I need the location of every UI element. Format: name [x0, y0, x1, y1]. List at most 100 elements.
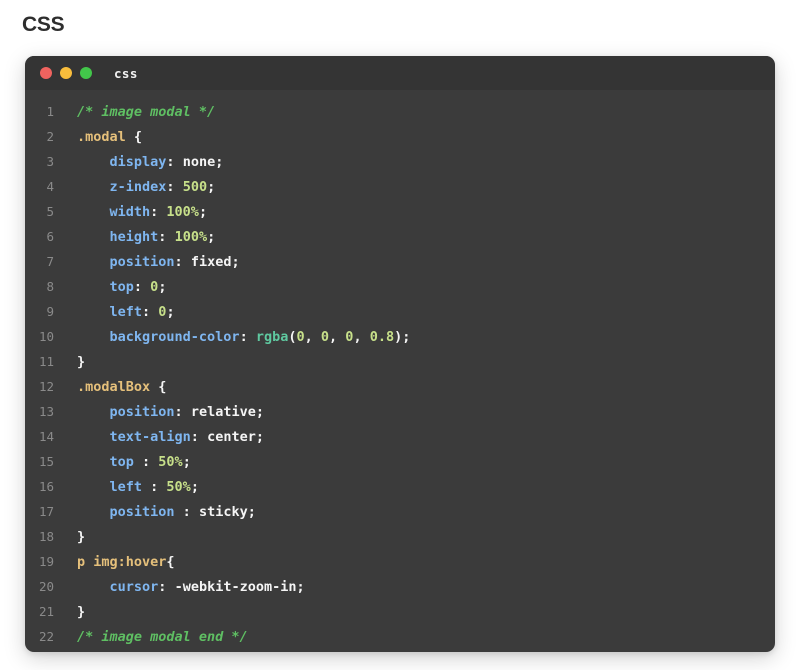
line-number: 10	[38, 329, 54, 344]
code-token-punct: }	[77, 529, 86, 545]
code-token-punct: :	[174, 504, 199, 520]
code-token-punct: :	[174, 404, 191, 420]
code-line[interactable]: 2 .modal {	[25, 124, 775, 149]
code-token-punct: );	[394, 329, 411, 345]
code-token-value: fixed;	[190, 254, 240, 270]
code-token-prop: top	[109, 454, 134, 470]
page-title: CSS	[22, 13, 65, 36]
code-line-text: top : 50%;	[77, 450, 191, 475]
code-line[interactable]: 8 top: 0;	[25, 274, 775, 299]
code-line[interactable]: 19 p img:hover{	[25, 549, 775, 574]
code-token-number: 0.8	[369, 329, 395, 345]
code-token-value: relative;	[190, 404, 264, 420]
code-token-punct: :	[239, 329, 256, 345]
code-token-prop: height	[109, 229, 159, 245]
code-line-text: /* image modal end */	[77, 625, 248, 650]
code-line-text: /* image modal */	[77, 100, 215, 125]
code-line[interactable]: 10 background-color: rgba(0, 0, 0, 0.8);	[25, 324, 775, 349]
code-line[interactable]: 17 position : sticky;	[25, 499, 775, 524]
code-token-prop: text-align	[109, 429, 191, 445]
code-line[interactable]: 1 /* image modal */	[25, 99, 775, 124]
code-token-func: rgba	[255, 329, 289, 345]
code-token-punct: :	[158, 229, 175, 245]
code-token-prop: position	[109, 504, 175, 520]
code-line-text: }	[77, 525, 85, 550]
code-token-punct: :	[174, 254, 191, 270]
code-line[interactable]: 4 z-index: 500;	[25, 174, 775, 199]
code-token-prop: top	[109, 279, 134, 295]
code-token-prop: cursor	[109, 579, 159, 595]
code-token-punct: :	[142, 479, 167, 495]
line-number: 18	[38, 529, 54, 544]
code-line[interactable]: 21}	[25, 599, 775, 624]
code-token-punct: ;	[166, 304, 175, 320]
line-number: 7	[46, 254, 54, 269]
code-line-text: }	[77, 350, 85, 375]
line-number: 12	[38, 379, 54, 394]
code-token-value: center;	[207, 429, 264, 445]
code-token-punct: {	[166, 554, 175, 570]
code-token-prop: z-index	[109, 179, 167, 195]
code-line-text: cursor: -webkit-zoom-in;	[77, 575, 305, 600]
code-line-text: top: 0;	[77, 275, 167, 300]
line-number: 2	[46, 129, 54, 144]
maximize-window-button[interactable]	[80, 67, 92, 79]
code-token-punct: :	[133, 454, 159, 470]
code-token-punct: ,	[353, 329, 370, 345]
code-token-punct: ;	[182, 454, 191, 470]
code-token-selector: .modal	[77, 129, 134, 145]
close-window-button[interactable]	[40, 67, 52, 79]
code-line-text: z-index: 500;	[77, 175, 216, 200]
code-line-text: position: relative;	[77, 400, 264, 425]
line-number: 15	[38, 454, 54, 469]
code-token-punct: ;	[190, 479, 199, 495]
line-number: 1	[46, 104, 54, 119]
code-line[interactable]: 16 left : 50%;	[25, 474, 775, 499]
line-number: 8	[46, 279, 54, 294]
line-number: 17	[38, 504, 54, 519]
line-number: 16	[38, 479, 54, 494]
code-line-text: background-color: rgba(0, 0, 0, 0.8);	[77, 325, 411, 350]
code-token-number: 100%	[174, 229, 208, 245]
code-token-value: -webkit-zoom-in;	[174, 579, 305, 595]
window-title-label: css	[114, 65, 138, 81]
minimize-window-button[interactable]	[60, 67, 72, 79]
code-token-prop: width	[109, 204, 151, 220]
code-line[interactable]: 9 left: 0;	[25, 299, 775, 324]
line-number: 22	[38, 629, 54, 644]
code-line[interactable]: 20 cursor: -webkit-zoom-in;	[25, 574, 775, 599]
code-line-text: .modalBox {	[77, 375, 166, 400]
code-line[interactable]: 22 /* image modal end */	[25, 624, 775, 649]
code-line[interactable]: 18}	[25, 524, 775, 549]
code-line[interactable]: 7 position: fixed;	[25, 249, 775, 274]
line-number: 6	[46, 229, 54, 244]
code-token-prop: position	[109, 254, 175, 270]
code-line[interactable]: 15 top : 50%;	[25, 449, 775, 474]
code-line[interactable]: 11}	[25, 349, 775, 374]
code-line[interactable]: 14 text-align: center;	[25, 424, 775, 449]
code-token-selector: .modalBox	[77, 379, 159, 395]
code-line[interactable]: 13 position: relative;	[25, 399, 775, 424]
code-token-prop: left	[109, 479, 143, 495]
code-line-text: text-align: center;	[77, 425, 264, 450]
code-token-value: sticky;	[198, 504, 256, 520]
code-line[interactable]: 12 .modalBox {	[25, 374, 775, 399]
code-line-text: position: fixed;	[77, 250, 240, 275]
code-line-text: position : sticky;	[77, 500, 256, 525]
code-token-number: 500	[182, 179, 208, 195]
line-number: 9	[46, 304, 54, 319]
code-line[interactable]: 6 height: 100%;	[25, 224, 775, 249]
code-token-punct: ,	[304, 329, 321, 345]
code-editor-area[interactable]: 1 /* image modal */ 2 .modal {3 display: no…	[25, 90, 775, 652]
code-token-punct: :	[150, 204, 167, 220]
code-token-punct: ,	[329, 329, 346, 345]
code-token-punct: {	[133, 129, 143, 145]
code-line[interactable]: 5 width: 100%;	[25, 199, 775, 224]
code-line[interactable]: 3 display: none;	[25, 149, 775, 174]
